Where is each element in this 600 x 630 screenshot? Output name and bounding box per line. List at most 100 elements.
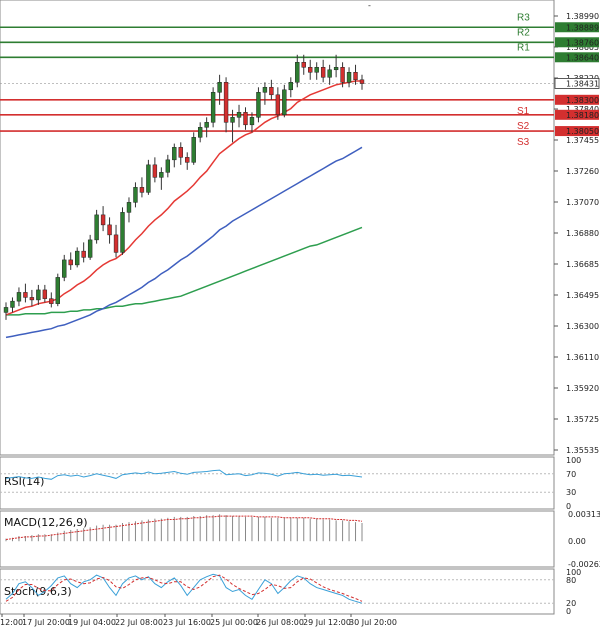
candle-body — [126, 202, 132, 213]
candle-body — [256, 92, 261, 118]
pane-close-mark: - — [368, 1, 371, 10]
chart-svg: - R3R2R1S1S2S3 1.389901.386051.382201.37… — [0, 0, 600, 627]
price-tick-label: 1.35535 — [566, 446, 599, 455]
candle-body — [165, 159, 171, 173]
price-tick-label: 1.35725 — [566, 415, 599, 424]
price-tick-label: 1.36880 — [566, 229, 599, 238]
candle-body — [275, 94, 281, 116]
price-tick-label: 1.38990 — [566, 12, 599, 21]
rsi-axis: 10070300 — [566, 456, 581, 511]
candle — [55, 273, 60, 307]
level-badge-label: 1.38760 — [566, 38, 599, 47]
time-tick-label: 30 Jul 20:00 — [349, 618, 397, 627]
candle-body — [152, 164, 158, 178]
candle-body — [308, 67, 313, 73]
candle-body — [68, 259, 73, 266]
candle-body — [327, 69, 332, 78]
candle-body — [172, 147, 177, 161]
price-tick-label: 1.35920 — [566, 384, 599, 393]
macd-tick-label: 0.003137 — [568, 510, 600, 519]
candle — [210, 87, 216, 128]
time-tick-label: 12:00 — [0, 618, 23, 627]
candle-body — [10, 300, 15, 308]
level-badge-label: 1.38300 — [566, 96, 599, 105]
candle-body — [295, 62, 300, 83]
candle-body — [49, 298, 54, 304]
candle-body — [243, 112, 248, 126]
candle-body — [359, 79, 365, 84]
rsi-tick-label: 70 — [566, 470, 576, 479]
candle-body — [139, 187, 145, 193]
candle-body — [230, 117, 235, 123]
stoch-axis: 10080200 — [566, 568, 581, 616]
level-badge-label: 1.38889 — [566, 23, 599, 32]
time-tick-label: 25 Jul 00:00 — [210, 618, 258, 627]
candle-body — [282, 89, 287, 116]
candle-body — [185, 157, 190, 163]
current-price-label: 1.38431 — [566, 79, 599, 88]
candle-body — [223, 82, 229, 123]
candle-body — [107, 224, 112, 236]
macd-axis: 0.0031370.00-0.002629 — [568, 510, 600, 569]
candle-body — [340, 67, 345, 83]
time-axis: 12:0017 Jul 20:0019 Jul 04:00 22 Jul 08:0… — [0, 614, 397, 627]
price-tick-label: 1.36300 — [566, 322, 599, 331]
candle-body — [210, 92, 216, 123]
stoch-tick-label: 0 — [566, 607, 571, 616]
level-name-s3: S3 — [517, 137, 530, 148]
time-tick-label: 19 Jul 04:00 — [68, 618, 116, 627]
time-tick-label: 26 Jul 08:00 — [256, 618, 304, 627]
candle-body — [288, 82, 293, 91]
candle-body — [81, 250, 86, 258]
time-tick-label: 29 Jul 12:00 — [303, 618, 351, 627]
candle-body — [269, 87, 274, 96]
price-tick-label: 1.37260 — [566, 167, 599, 176]
candle-body — [55, 277, 60, 304]
candle — [191, 132, 196, 165]
candle — [146, 159, 151, 195]
rsi-tick-label: 30 — [566, 488, 576, 497]
candle-body — [100, 214, 106, 226]
chart-window: - R3R2R1S1S2S3 1.389901.386051.382201.37… — [0, 0, 600, 630]
level-name-s2: S2 — [517, 121, 530, 132]
candle — [120, 207, 125, 255]
candle-body — [62, 259, 67, 278]
candle-body — [249, 117, 255, 126]
stoch-tick-label: 80 — [566, 576, 576, 585]
price-tick-label: 1.36685 — [566, 260, 599, 269]
candle-body — [236, 112, 242, 118]
price-badges: 1.38889 1.38760 1.38640 1.38300 1.38180 1.380… — [554, 22, 600, 137]
candle-body — [262, 87, 268, 93]
macd-tick-label: 0.00 — [568, 537, 586, 546]
candle-body — [217, 82, 222, 93]
time-tick-label: 23 Jul 16:00 — [163, 618, 211, 627]
candle-body — [314, 67, 319, 73]
candle-body — [29, 297, 35, 301]
candle — [282, 84, 287, 118]
candle-body — [75, 250, 80, 266]
candle-body — [42, 289, 48, 299]
candle-body — [146, 164, 151, 193]
candle-body — [204, 122, 209, 128]
macd-label: MACD(12,26,9) — [4, 516, 88, 529]
candle-body — [23, 292, 28, 298]
level-badge-label: 1.38180 — [566, 111, 599, 120]
candle-body — [178, 147, 183, 158]
candle — [256, 87, 261, 123]
candle-body — [3, 307, 9, 313]
candle-body — [197, 127, 203, 138]
candle-body — [94, 214, 99, 241]
candle-body — [301, 62, 306, 68]
level-name-r3: R3 — [517, 12, 530, 23]
level-name-r1: R1 — [517, 42, 530, 53]
rsi-tick-label: 100 — [566, 456, 581, 465]
price-tick-label: 1.37455 — [566, 136, 599, 145]
candle-body — [320, 67, 326, 78]
candle-body — [87, 239, 93, 258]
price-tick-label: 1.37070 — [566, 198, 599, 207]
price-tick-label: 1.36110 — [566, 353, 599, 362]
rsi-pane — [0, 456, 555, 510]
candle-body — [113, 234, 119, 253]
price-tick-label: 1.36495 — [566, 291, 599, 300]
level-badge-label: 1.38050 — [566, 127, 599, 136]
